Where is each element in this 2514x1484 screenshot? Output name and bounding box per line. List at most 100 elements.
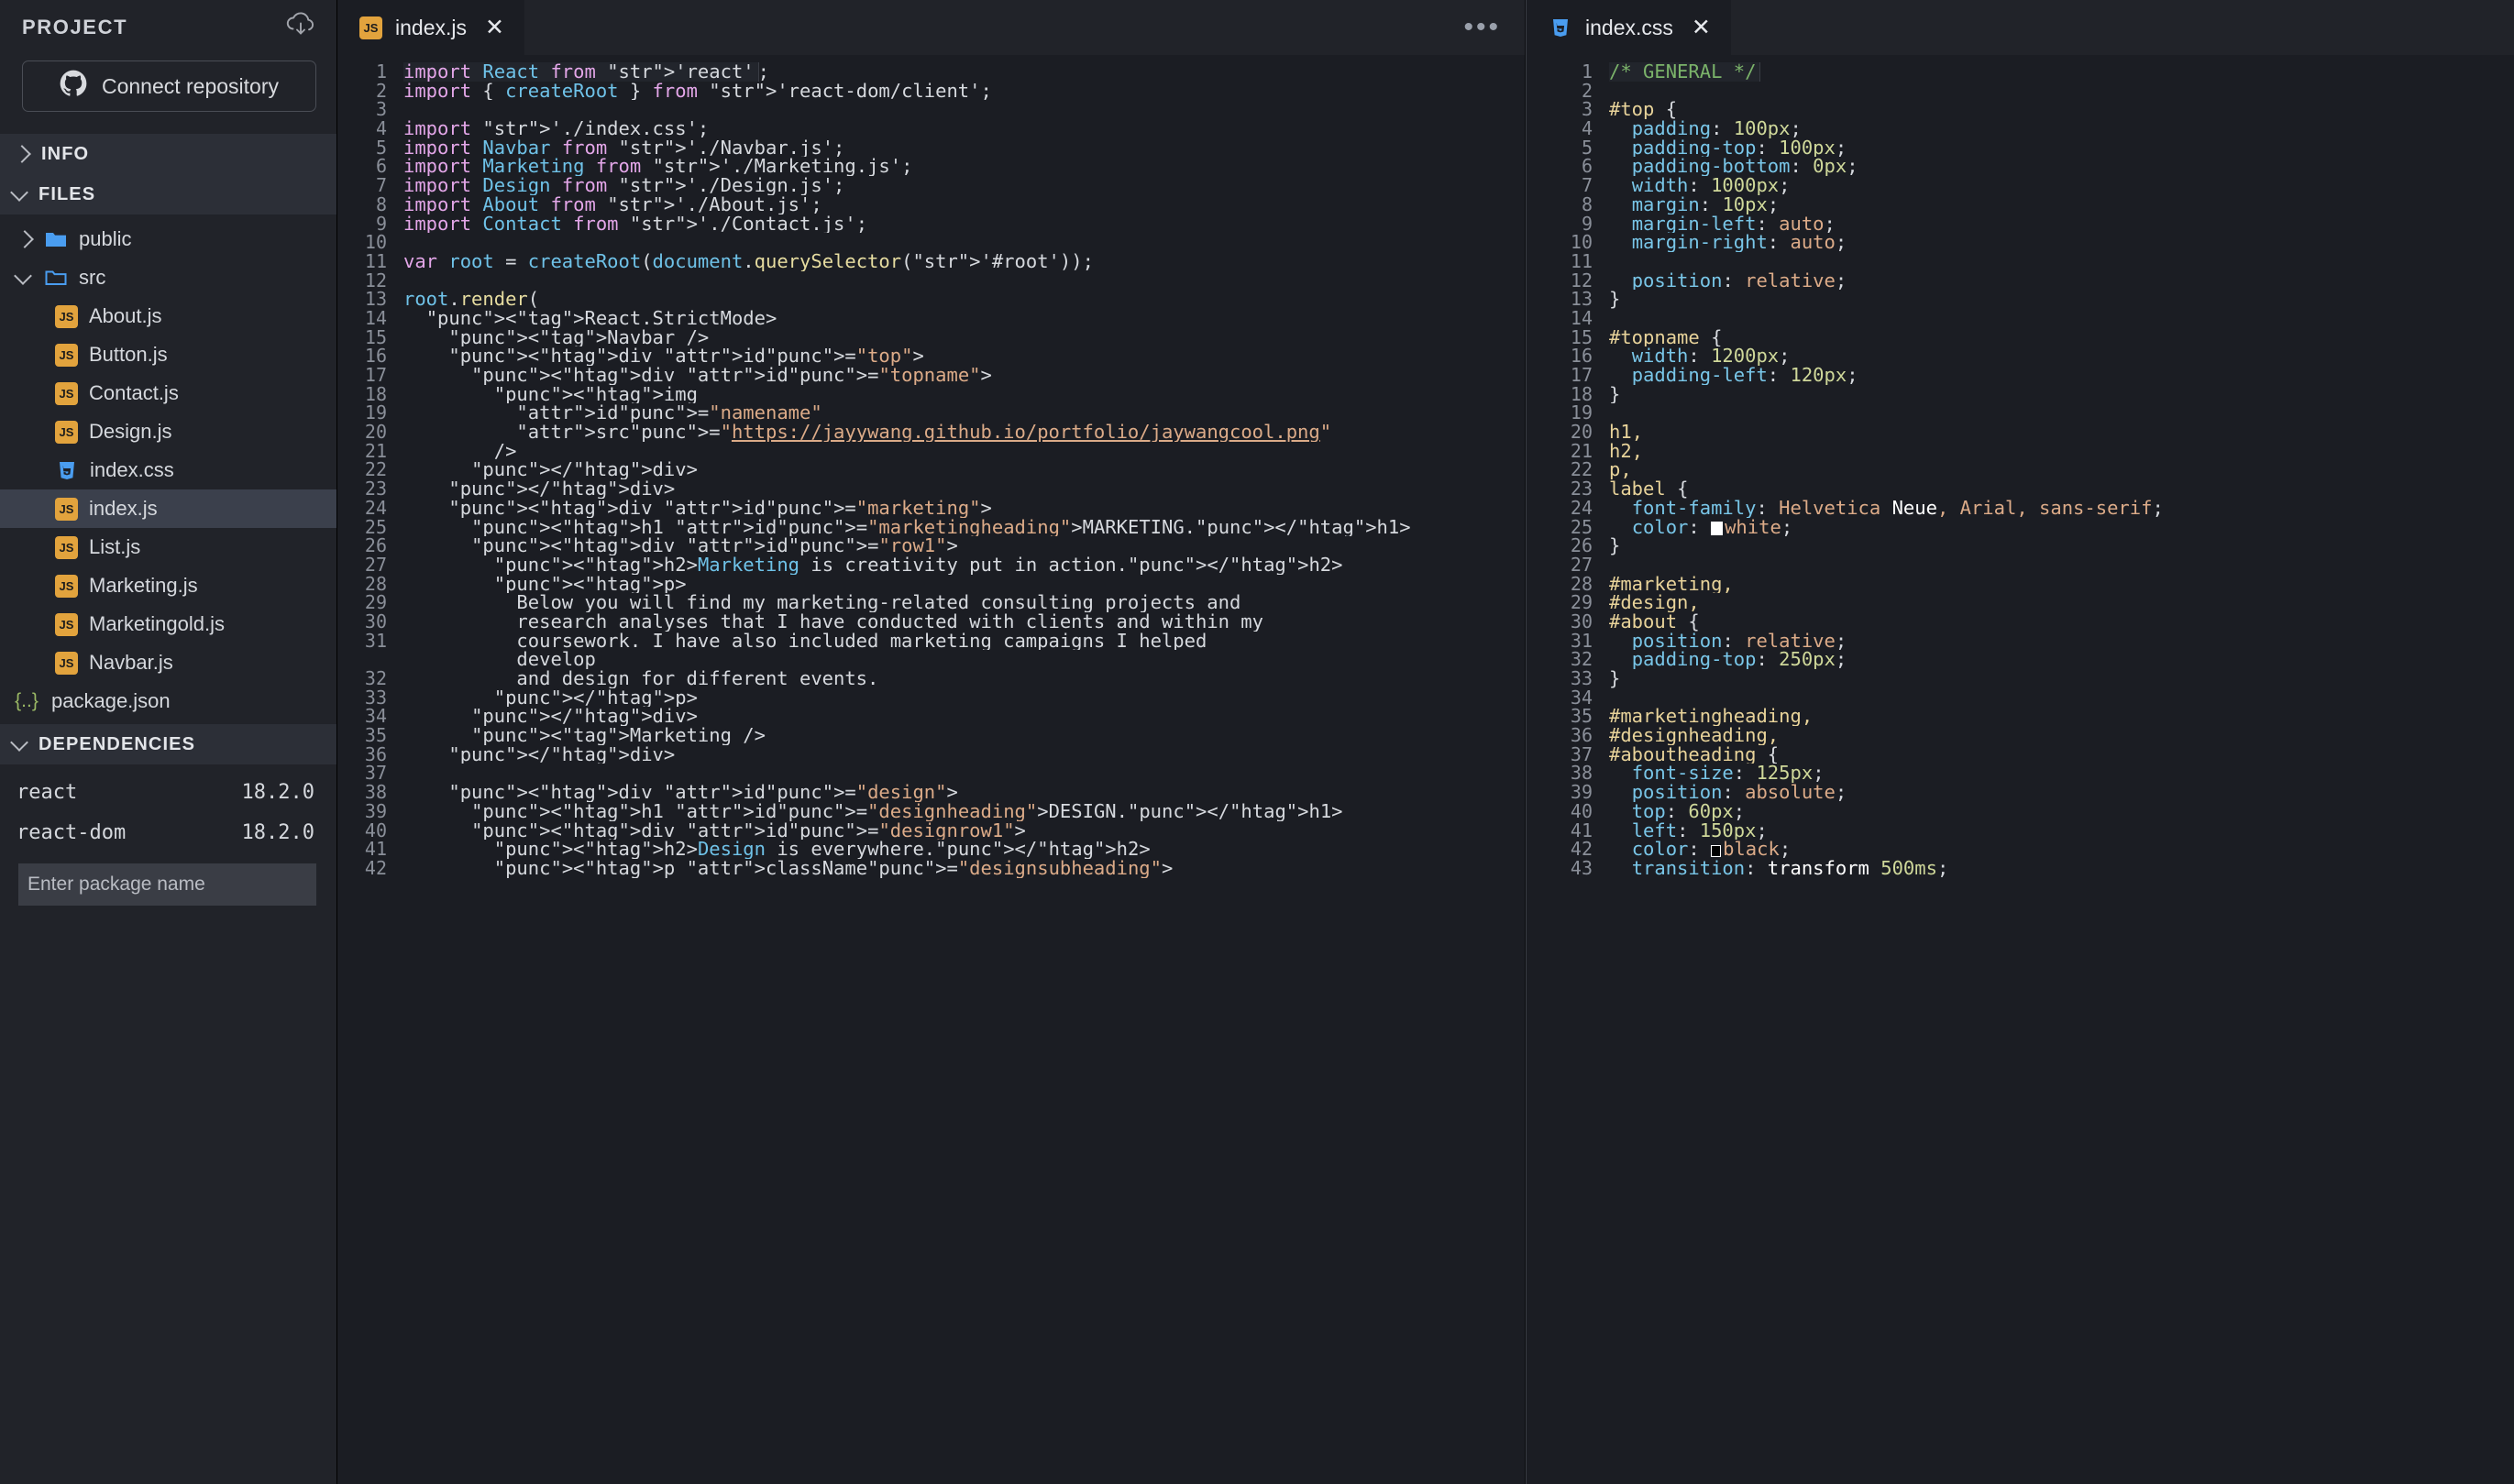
file-tree-item-button-js[interactable]: JS Button.js (0, 335, 336, 374)
sidebar-section-dependencies[interactable]: DEPENDENCIES (0, 724, 336, 764)
code-line[interactable]: } (1609, 290, 2514, 309)
code-line[interactable]: Below you will find my marketing-related… (403, 593, 1525, 612)
sidebar-section-files[interactable]: FILES (0, 174, 336, 214)
code-line[interactable]: padding: 100px; (1609, 119, 2514, 138)
code-line[interactable]: transition: transform 500ms; (1609, 859, 2514, 878)
code-line[interactable]: "punc"></"htag">div> (403, 479, 1525, 499)
add-package-input[interactable] (18, 863, 316, 906)
code-line[interactable]: develop (403, 650, 1525, 669)
code-line[interactable]: margin-left: auto; (1609, 214, 2514, 234)
code-line[interactable]: p, (1609, 460, 2514, 479)
code-line[interactable]: import Contact from "str">'./Contact.js'… (403, 214, 1525, 234)
code-line[interactable]: "attr">src"punc">="https://jayywang.gith… (403, 423, 1525, 442)
code-line[interactable]: "punc"><"htag">div "attr">id"punc">="des… (403, 821, 1525, 841)
code-line[interactable]: left: 150px; (1609, 821, 2514, 841)
code-line[interactable]: #marketingheading, (1609, 707, 2514, 726)
code-line[interactable]: "punc"><"htag">h2>Marketing is creativit… (403, 555, 1525, 575)
code-line[interactable]: "attr">id"punc">="namename" (403, 403, 1525, 423)
code-line[interactable]: #about { (1609, 612, 2514, 632)
code-line[interactable]: position: relative; (1609, 632, 2514, 651)
code-line[interactable]: } (1609, 669, 2514, 688)
code-line[interactable]: margin: 10px; (1609, 195, 2514, 214)
code-line[interactable]: } (1609, 536, 2514, 555)
file-tree-item-src[interactable]: src (0, 258, 336, 297)
code-line[interactable]: width: 1000px; (1609, 176, 2514, 195)
sidebar-section-info[interactable]: INFO (0, 134, 336, 174)
connect-repository-button[interactable]: Connect repository (22, 60, 316, 112)
file-tree-item-list-js[interactable]: JS List.js (0, 528, 336, 566)
overflow-menu-icon[interactable]: ••• (1463, 14, 1501, 41)
file-tree-item-index-js[interactable]: JS index.js (0, 489, 336, 528)
code-line[interactable]: h2, (1609, 442, 2514, 461)
code-line[interactable]: /* GENERAL */ (1609, 62, 2514, 82)
code-line[interactable]: position: relative; (1609, 271, 2514, 291)
code-line[interactable]: "punc"><"tag">Marketing /> (403, 726, 1525, 745)
tab-index-css[interactable]: index.css ✕ (1527, 0, 1731, 55)
code-line[interactable]: padding-left: 120px; (1609, 366, 2514, 385)
code-line[interactable]: "punc"><"htag">p> (403, 575, 1525, 594)
code-line[interactable]: import About from "str">'./About.js'; (403, 195, 1525, 214)
code-line[interactable]: and design for different events. (403, 669, 1525, 688)
code-line[interactable]: import { createRoot } from "str">'react-… (403, 82, 1525, 101)
code-line[interactable]: top: 60px; (1609, 802, 2514, 821)
file-tree-item-about-js[interactable]: JS About.js (0, 297, 336, 335)
code-line[interactable]: color: white; (1609, 518, 2514, 537)
code-line[interactable]: "punc"><"htag">h1 "attr">id"punc">="desi… (403, 802, 1525, 821)
code-line[interactable]: "punc"><"htag">div "attr">id"punc">="row… (403, 536, 1525, 555)
code-line[interactable]: } (1609, 385, 2514, 404)
file-tree-item-design-js[interactable]: JS Design.js (0, 412, 336, 451)
code-line[interactable]: font-family: Helvetica Neue, Arial, sans… (1609, 499, 2514, 518)
code-line[interactable]: coursework. I have also included marketi… (403, 632, 1525, 651)
file-tree-item-package-json[interactable]: {..} package.json (0, 682, 336, 720)
close-icon[interactable]: ✕ (1692, 16, 1711, 39)
code-line[interactable]: root.render( (403, 290, 1525, 309)
code-line[interactable]: font-size: 125px; (1609, 764, 2514, 783)
close-icon[interactable]: ✕ (485, 16, 504, 39)
code-line[interactable]: "punc"></"htag">div> (403, 707, 1525, 726)
code-line[interactable]: position: absolute; (1609, 783, 2514, 802)
code-line[interactable]: #topname { (1609, 328, 2514, 347)
code-line[interactable]: import React from "str">'react'; (403, 62, 1525, 82)
code-line[interactable]: color: black; (1609, 840, 2514, 859)
code-line[interactable]: "punc"><"tag">Navbar /> (403, 328, 1525, 347)
code-line[interactable]: import Navbar from "str">'./Navbar.js'; (403, 138, 1525, 158)
code-line[interactable]: #top { (1609, 100, 2514, 119)
code-line[interactable]: "punc"><"htag">div "attr">id"punc">="top… (403, 346, 1525, 366)
code-line[interactable]: "punc"><"htag">div "attr">id"punc">="des… (403, 783, 1525, 802)
code-line[interactable]: "punc"></"htag">p> (403, 688, 1525, 708)
code-line[interactable]: #designheading, (1609, 726, 2514, 745)
code-line[interactable]: import Design from "str">'./Design.js'; (403, 176, 1525, 195)
dependency-row[interactable]: react 18.2.0 (0, 772, 336, 812)
code-line[interactable]: padding-bottom: 0px; (1609, 157, 2514, 176)
file-tree-item-navbar-js[interactable]: JS Navbar.js (0, 643, 336, 682)
file-tree-item-marketingold-js[interactable]: JS Marketingold.js (0, 605, 336, 643)
code-editor-index-js[interactable]: 1 import React from "str">'react'; 2 import… (337, 55, 1525, 1484)
code-line[interactable]: #design, (1609, 593, 2514, 612)
code-line[interactable]: #aboutheading { (1609, 745, 2514, 764)
code-line[interactable]: width: 1200px; (1609, 346, 2514, 366)
code-line[interactable]: margin-right: auto; (1609, 233, 2514, 252)
code-line[interactable]: "punc"><"htag">h2>Design is everywhere."… (403, 840, 1525, 859)
code-line[interactable]: research analyses that I have conducted … (403, 612, 1525, 632)
code-line[interactable]: "punc"><"htag">div "attr">id"punc">="mar… (403, 499, 1525, 518)
code-line[interactable]: /> (403, 442, 1525, 461)
code-line[interactable]: "punc"><"htag">div "attr">id"punc">="top… (403, 366, 1525, 385)
file-tree-item-index-css[interactable]: index.css (0, 451, 336, 489)
code-line[interactable]: import "str">'./index.css'; (403, 119, 1525, 138)
code-line[interactable]: "punc"></"htag">div> (403, 460, 1525, 479)
code-line[interactable]: import Marketing from "str">'./Marketing… (403, 157, 1525, 176)
code-line[interactable]: var root = createRoot(document.querySele… (403, 252, 1525, 271)
file-tree-item-contact-js[interactable]: JS Contact.js (0, 374, 336, 412)
cloud-download-icon[interactable] (285, 12, 316, 44)
code-line[interactable]: "punc"></"htag">div> (403, 745, 1525, 764)
code-line[interactable]: "punc"><"htag">h1 "attr">id"punc">="mark… (403, 518, 1525, 537)
file-tree-item-public[interactable]: public (0, 220, 336, 258)
code-line[interactable]: h1, (1609, 423, 2514, 442)
code-line[interactable]: "punc"><"tag">React.StrictMode> (403, 309, 1525, 328)
code-line[interactable]: padding-top: 250px; (1609, 650, 2514, 669)
code-line[interactable]: label { (1609, 479, 2514, 499)
code-editor-index-css[interactable]: 1/* GENERAL */2 3 #top {4 padding: 100px; 5… (1527, 55, 2514, 1484)
code-line[interactable]: "punc"><"htag">p "attr">className"punc">… (403, 859, 1525, 878)
code-line[interactable]: padding-top: 100px; (1609, 138, 2514, 158)
file-tree-item-marketing-js[interactable]: JS Marketing.js (0, 566, 336, 605)
